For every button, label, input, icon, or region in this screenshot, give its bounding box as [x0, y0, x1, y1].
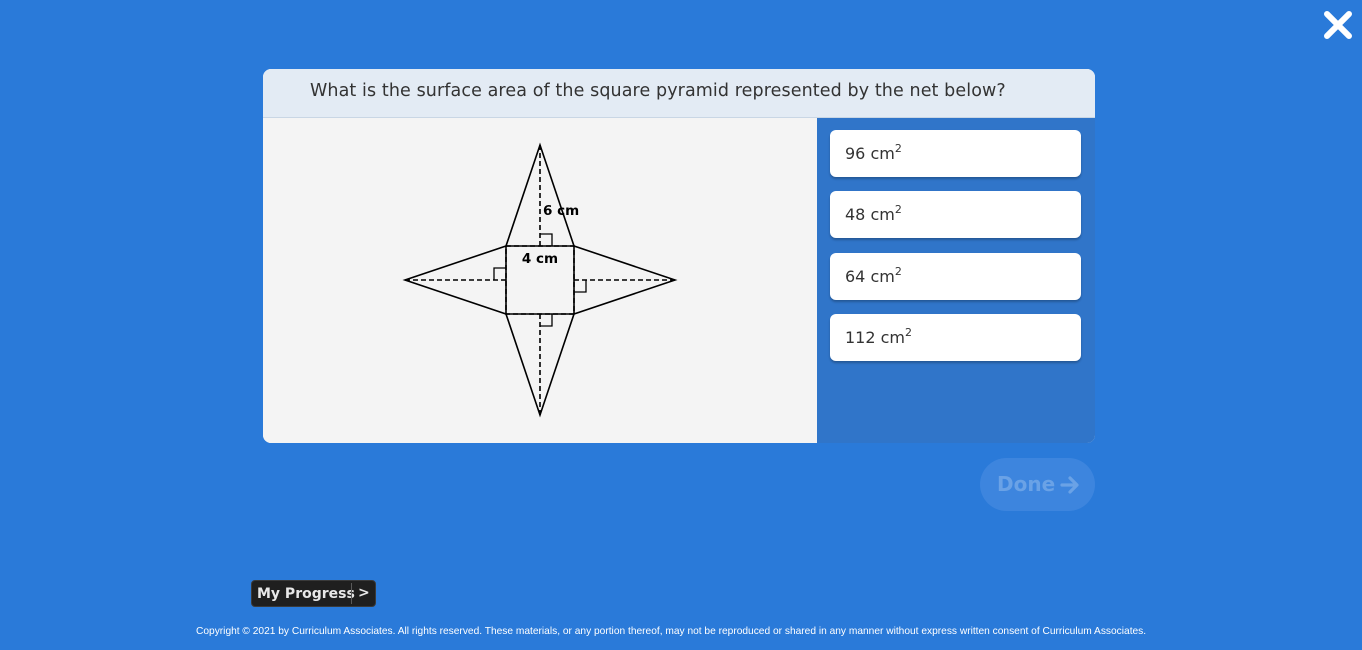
- my-progress-button[interactable]: My Progress >: [251, 580, 376, 607]
- answer-exponent: 2: [894, 203, 902, 216]
- quiz-page: What is the surface area of the square p…: [0, 0, 1362, 650]
- right-angle-right: [574, 280, 587, 293]
- answer-value: 48 cm: [845, 205, 895, 224]
- answer-label: 64 cm2: [845, 265, 902, 286]
- arrow-right-icon: [1060, 476, 1079, 494]
- pyramid-net-figure: 6 cm 4 cm: [263, 118, 817, 443]
- divider: [351, 583, 352, 604]
- answer-value: 96 cm: [845, 144, 895, 163]
- answer-exponent: 2: [905, 326, 913, 339]
- done-label: Done: [997, 472, 1056, 496]
- answer-label: 112 cm2: [845, 326, 913, 347]
- done-button[interactable]: Done: [980, 458, 1095, 511]
- slant-height-label: 6 cm: [543, 203, 579, 219]
- answer-option-1[interactable]: 96 cm2: [830, 130, 1081, 177]
- my-progress-label: My Progress: [257, 586, 355, 602]
- chevron-right-icon: >: [358, 585, 370, 601]
- pyramid-net-diagram: 6 cm 4 cm: [402, 142, 678, 418]
- close-icon: [1324, 11, 1352, 39]
- question-card: What is the surface area of the square p…: [263, 69, 1095, 443]
- answer-option-3[interactable]: 64 cm2: [830, 253, 1081, 300]
- question-header: What is the surface area of the square p…: [263, 69, 1095, 118]
- answer-option-2[interactable]: 48 cm2: [830, 191, 1081, 238]
- right-angle-left: [493, 267, 506, 280]
- answer-value: 64 cm: [845, 267, 895, 286]
- right-angle-top: [540, 233, 553, 246]
- right-angle-bottom: [540, 314, 553, 327]
- close-button[interactable]: [1322, 9, 1354, 41]
- copyright-text: Copyright © 2021 by Curriculum Associate…: [196, 626, 1147, 637]
- side-length-label: 4 cm: [522, 251, 558, 267]
- answer-option-4[interactable]: 112 cm2: [830, 314, 1081, 361]
- answer-exponent: 2: [894, 265, 902, 278]
- question-text: What is the surface area of the square p…: [310, 81, 1006, 101]
- answer-label: 48 cm2: [845, 203, 902, 224]
- answer-choices: 96 cm2 48 cm2 64 cm2 112 cm2: [817, 118, 1095, 443]
- answer-label: 96 cm2: [845, 142, 902, 163]
- answer-value: 112 cm: [845, 328, 906, 347]
- answer-exponent: 2: [894, 142, 902, 155]
